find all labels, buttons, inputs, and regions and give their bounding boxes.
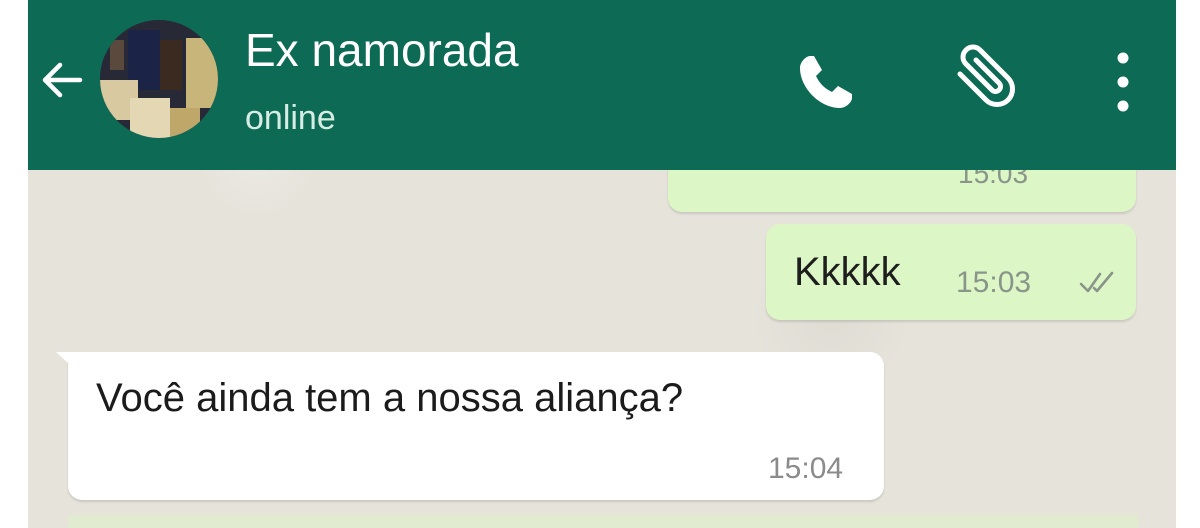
message-incoming[interactable]: Você ainda tem a nossa aliança? 15:04 <box>68 352 884 500</box>
message-time: 15:04 <box>768 452 844 485</box>
contact-status: online <box>245 99 336 137</box>
chat-window: 15:03 Kkkkk 15:03 Você ainda tem a nossa… <box>28 0 1176 528</box>
message-text: Você ainda tem a nossa aliança? <box>96 376 684 420</box>
contact-avatar[interactable] <box>100 20 218 138</box>
paperclip-icon[interactable] <box>942 44 1028 120</box>
avatar-image <box>100 20 218 138</box>
next-message-edge <box>68 515 1138 528</box>
message-text: Kkkkk <box>794 250 901 294</box>
message-time: 15:03 <box>956 266 1032 299</box>
more-vertical-icon[interactable] <box>1100 44 1146 120</box>
message-outgoing-kkkkk[interactable]: Kkkkk 15:03 <box>766 224 1136 320</box>
contact-name[interactable]: Ex namorada <box>245 22 519 78</box>
double-check-icon <box>1079 271 1114 293</box>
phone-icon[interactable] <box>788 44 864 120</box>
arrow-left-icon[interactable] <box>34 52 90 108</box>
chat-header: Ex namorada online <box>28 0 1176 170</box>
